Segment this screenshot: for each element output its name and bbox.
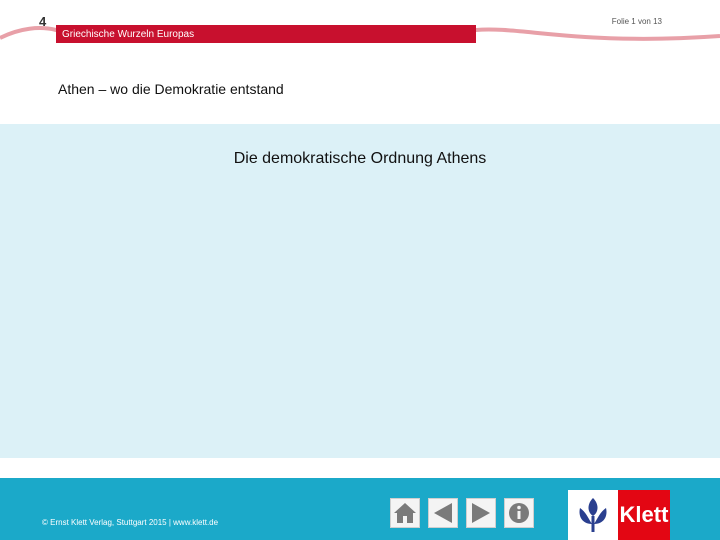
slide-heading: Die demokratische Ordnung Athens bbox=[233, 150, 487, 167]
home-button[interactable] bbox=[390, 498, 420, 528]
info-icon bbox=[509, 503, 529, 523]
triangle-right-icon bbox=[472, 503, 490, 523]
klett-wordmark: Klett bbox=[618, 490, 670, 540]
next-slide-button[interactable] bbox=[466, 498, 496, 528]
home-icon bbox=[394, 503, 416, 523]
info-button[interactable] bbox=[504, 498, 534, 528]
chapter-title-bar: Griechische Wurzeln Europas bbox=[56, 25, 476, 43]
klett-logo: Klett bbox=[568, 490, 670, 540]
section-title: Athen – wo die Demokratie entstand bbox=[58, 81, 284, 97]
previous-slide-button[interactable] bbox=[428, 498, 458, 528]
content-panel: Die demokratische Ordnung Athens bbox=[0, 124, 720, 458]
copyright-text: © Ernst Klett Verlag, Stuttgart 2015 | w… bbox=[42, 518, 219, 527]
chapter-number: 4 bbox=[39, 14, 47, 29]
klett-emblem-icon bbox=[579, 498, 607, 532]
footer-bar: © Ernst Klett Verlag, Stuttgart 2015 | w… bbox=[0, 478, 720, 540]
triangle-left-icon bbox=[434, 503, 452, 523]
slide-counter: Folie 1 von 13 bbox=[611, 17, 662, 26]
